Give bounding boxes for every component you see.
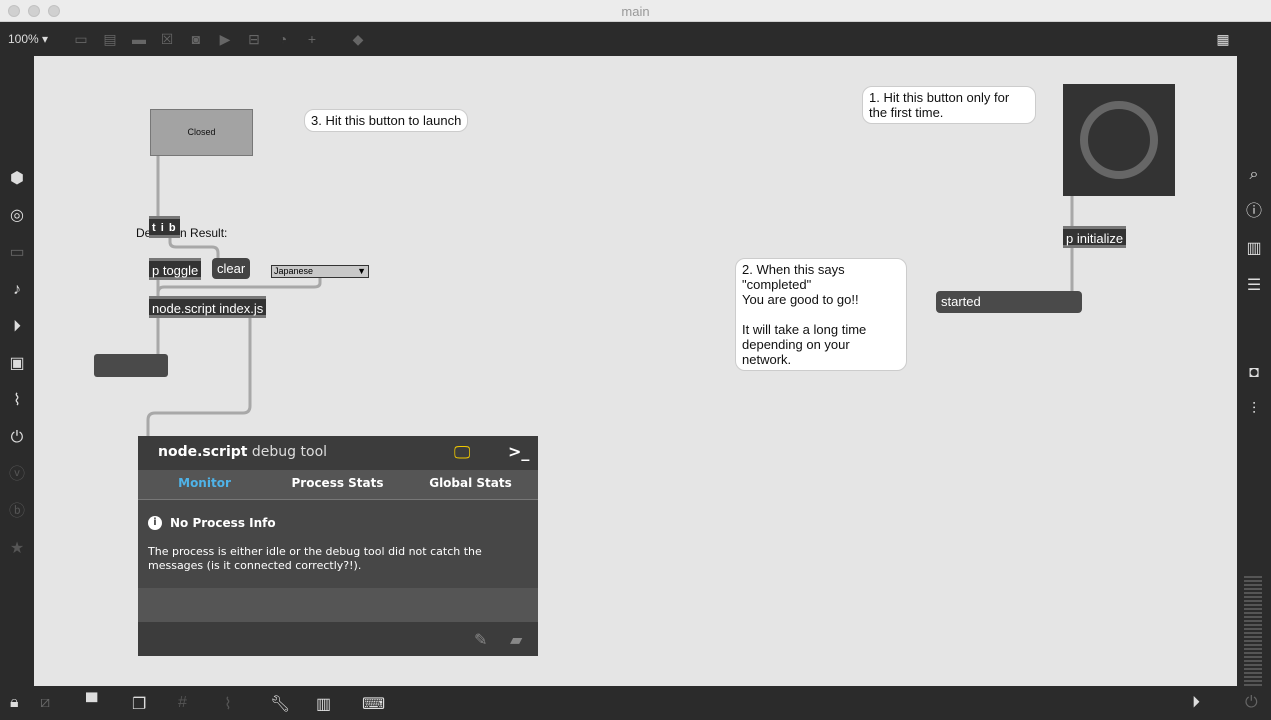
wrench-icon[interactable]: 🔧︎ (270, 694, 290, 714)
node-script-object[interactable]: node.script index.js (149, 296, 267, 318)
edit-icon[interactable]: ✎ (474, 630, 487, 649)
info-area (138, 500, 538, 588)
monitor-icon[interactable]: 🖵 (454, 443, 470, 463)
lock-icon[interactable]: 🔒︎ (10, 694, 19, 712)
language-menu[interactable]: Japanese ▼ (271, 265, 369, 278)
tab-process-stats[interactable]: Process Stats (271, 476, 404, 490)
empty-row (138, 588, 538, 622)
comment-launch: 3. Hit this button to launch (304, 109, 469, 132)
piano-icon[interactable]: ▥ (316, 694, 331, 714)
status-message[interactable]: started (936, 291, 1082, 313)
comment-line: "completed" (742, 277, 812, 292)
edit-mode-icon[interactable]: ⧄ (40, 694, 50, 712)
info-title: No Process Info (170, 516, 276, 530)
launch-toggle-button[interactable]: Closed (150, 109, 253, 156)
presentation-icon[interactable]: ▀ (86, 694, 97, 712)
language-value: Japanese (274, 266, 314, 276)
comment-line: You are good to go!! (742, 292, 859, 307)
clear-message[interactable]: clear (212, 258, 251, 279)
tab-global-stats[interactable]: Global Stats (404, 476, 537, 490)
windows-icon[interactable]: ❐ (132, 694, 146, 714)
result-message-box[interactable] (94, 354, 168, 377)
debug-title: node.script debug tool (158, 444, 327, 460)
info-text: The process is either idle or the debug … (148, 545, 482, 572)
info-icon: i (148, 516, 162, 530)
folder-icon[interactable]: ▰ (510, 630, 522, 649)
play-circle-icon[interactable]: ⏵ (1192, 694, 1200, 712)
comment-line: 2. When this says (742, 262, 845, 277)
chevron-down-icon: ▼ (357, 266, 366, 276)
circle-icon (1080, 101, 1158, 179)
terminal-icon[interactable]: >_ (508, 442, 529, 461)
comment-first-time: 1. Hit this button only for the first ti… (862, 86, 1036, 124)
comment-line: depending on your network. (742, 337, 850, 367)
cord (156, 278, 322, 294)
p-initialize-object[interactable]: p initialize (1063, 226, 1127, 248)
initialize-button[interactable] (1063, 84, 1175, 196)
bottom-toolbar: 🔒︎ ⧄ ▀ ❐ # ⌇ 🔧︎ ▥ ⌨ ⏵ ⏻ (0, 686, 1271, 720)
debug-title-rest: debug tool (251, 444, 328, 460)
debug-title-bold: node.script (158, 444, 248, 460)
comment-line: It will take a long time (742, 322, 867, 337)
grid-icon[interactable]: # (178, 694, 187, 712)
debug-tool-panel: node.script debug tool 🖵 >_ Monitor Proc… (138, 436, 538, 656)
tab-monitor[interactable]: Monitor (138, 476, 271, 490)
keyboard-icon[interactable]: ⌨ (362, 694, 385, 714)
comment-completed: 2. When this says "completed" You are go… (735, 258, 907, 371)
power-icon[interactable]: ⏻ (1245, 694, 1258, 712)
p-toggle-object[interactable]: p toggle (149, 258, 202, 280)
paperclip-add-icon[interactable]: ⌇ (224, 694, 232, 714)
trigger-object[interactable]: t i b (149, 216, 180, 238)
